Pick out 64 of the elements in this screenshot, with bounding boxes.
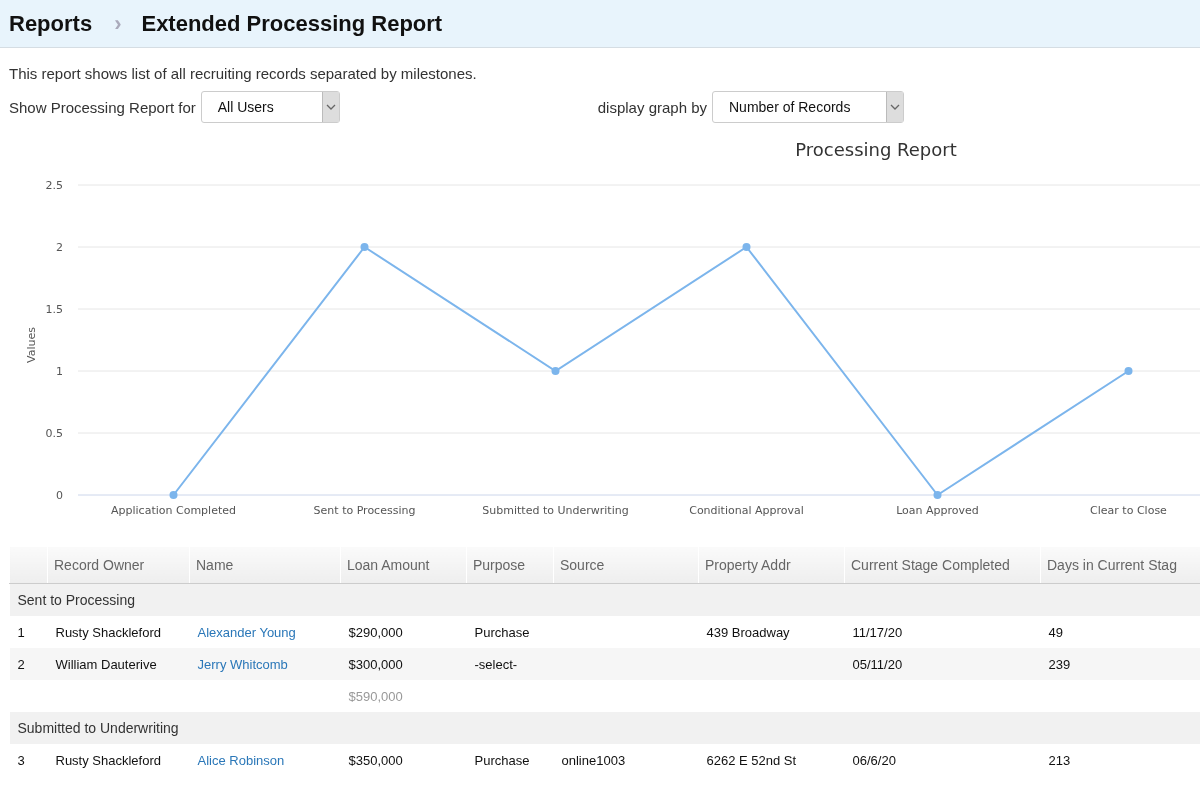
column-header: Property Addr	[705, 557, 791, 573]
filter-label: display graph by	[597, 98, 707, 116]
column-header: Current Stage Completed	[851, 557, 1010, 573]
column-header: Record Owner	[54, 557, 145, 573]
column-header: Name	[196, 557, 234, 573]
record-owner: William Dauterive	[55, 656, 157, 672]
y-tick-label: 0	[56, 489, 63, 502]
days-count: 49	[1048, 624, 1063, 640]
stage-date: 11/17/20	[852, 624, 903, 640]
y-tick-label: 1	[56, 365, 63, 378]
name-link[interactable]: Alexander Young	[197, 624, 296, 640]
days-count: 213	[1048, 752, 1071, 768]
data-point	[551, 367, 560, 375]
description-text: This report shows list of all recruiting records separated by milestones.	[9, 65, 478, 82]
purpose: Purchase	[474, 624, 530, 640]
filter-label: Show Processing Report for	[9, 98, 196, 116]
y-tick-label: 1.5	[45, 303, 63, 316]
y-tick-label: 2.5	[45, 179, 63, 192]
caret-icon	[886, 92, 903, 122]
source: online1003	[561, 752, 626, 768]
breadcrumb-link[interactable]: Reports	[9, 10, 93, 37]
y-tick-label: 0.5	[45, 427, 63, 440]
property-address: 439 Broadway	[706, 624, 790, 640]
group-title: Submitted to Underwriting	[17, 720, 179, 736]
chevron-icon: ›	[114, 10, 122, 37]
group-title: Sent to Processing	[17, 592, 135, 608]
row-number: 2	[17, 656, 25, 672]
data-point	[933, 491, 942, 499]
dropdown[interactable]: All Users	[200, 91, 340, 123]
data-point	[1124, 367, 1133, 375]
purpose: -select-	[474, 656, 518, 672]
row-number: 1	[17, 624, 25, 640]
x-category-label: Submitted to Underwriting	[482, 504, 629, 517]
x-category-label: Application Completed	[111, 504, 236, 517]
stage-date: 05/11/20	[852, 656, 903, 672]
data-point	[169, 491, 178, 499]
group-total: $590,000	[348, 688, 403, 704]
property-address: 6262 E 52nd St	[706, 752, 797, 768]
stage-date: 06/6/20	[852, 752, 896, 768]
x-category-label: Loan Approved	[896, 504, 979, 517]
loan-amount: $300,000	[348, 656, 403, 672]
loan-amount: $350,000	[348, 752, 403, 768]
caret-icon	[321, 92, 339, 122]
column-header: Purpose	[473, 557, 526, 573]
x-category-label: Conditional Approval	[689, 504, 804, 517]
chart-title: Processing Report	[795, 139, 957, 160]
y-tick-label: 2	[56, 241, 63, 254]
record-owner: Rusty Shackleford	[55, 624, 161, 640]
purpose: Purchase	[474, 752, 530, 768]
data-point	[742, 243, 751, 251]
row-number: 3	[17, 752, 25, 768]
x-category-label: Clear to Close	[1090, 504, 1167, 517]
days-count: 239	[1048, 656, 1071, 672]
record-owner: Rusty Shackleford	[55, 752, 161, 768]
column-header: Loan Amount	[347, 557, 430, 573]
data-point	[360, 243, 369, 251]
column-header: Days in Current Stag	[1047, 557, 1177, 573]
page-title: Extended Processing Report	[141, 10, 443, 37]
loan-amount: $290,000	[348, 624, 403, 640]
name-link[interactable]: Alice Robinson	[197, 752, 285, 768]
dropdown[interactable]: Number of Records	[712, 91, 904, 123]
y-axis-label: Values	[25, 327, 38, 363]
x-category-label: Sent to Processing	[313, 504, 416, 517]
column-header: Source	[560, 557, 605, 573]
